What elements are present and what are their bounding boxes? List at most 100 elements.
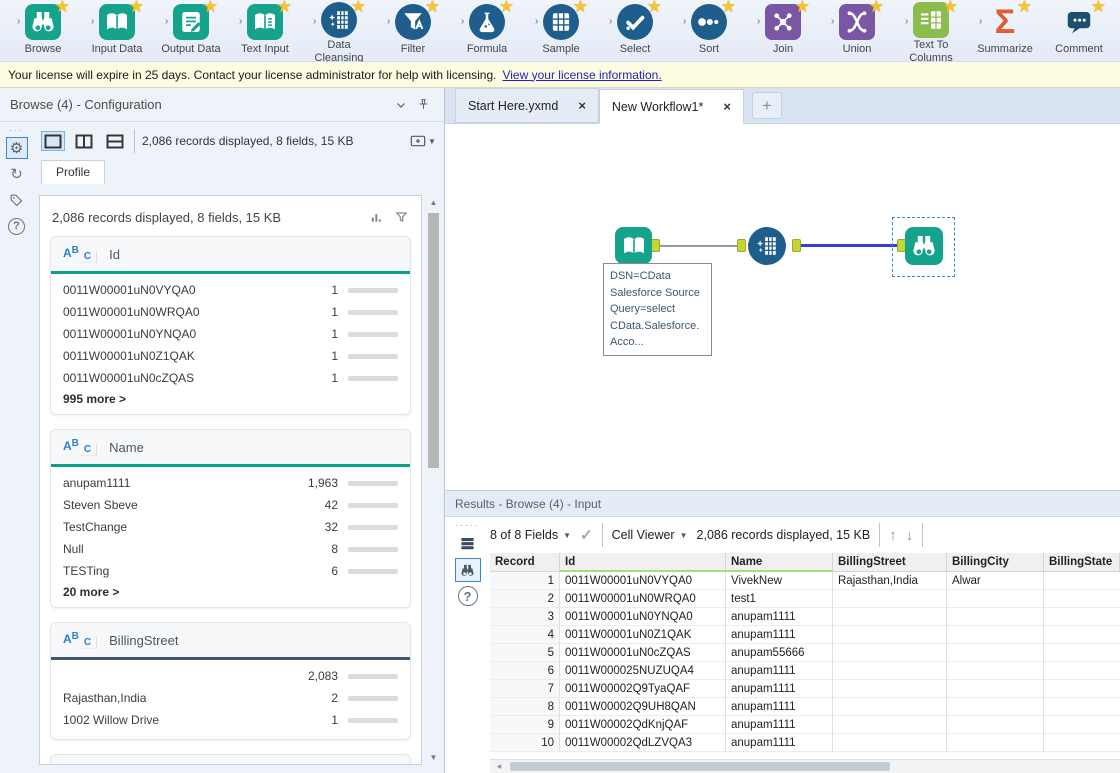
tool-join[interactable]: › ★ Join [746, 2, 820, 61]
help-tab[interactable]: ? [6, 215, 28, 237]
close-icon[interactable]: × [723, 99, 731, 114]
pin-icon[interactable] [412, 94, 434, 116]
close-icon[interactable]: × [578, 98, 586, 113]
table-row[interactable]: 100011W00002QdLZVQA3anupam1111 [490, 734, 1120, 752]
data-view-button[interactable] [455, 558, 481, 582]
data-cleansing-icon [748, 227, 786, 265]
tool-text-input[interactable]: › ★ Text Input [228, 2, 302, 61]
open-new-window-button[interactable]: ▼ [410, 131, 436, 151]
scroll-left-icon[interactable]: ◂ [492, 760, 506, 773]
help-button[interactable]: ? [458, 586, 478, 606]
tool-comment[interactable]: ★ Comment [1042, 2, 1116, 61]
tool-data-cleansing[interactable]: › ★ Data Cleansing [302, 2, 376, 61]
value-bar [348, 332, 398, 337]
table-row[interactable]: 10011W00001uN0VYQA0VivekNewRajasthan,Ind… [490, 572, 1120, 590]
filter-funnel-icon[interactable] [394, 210, 409, 224]
more-values-link[interactable]: 20 more > [51, 582, 410, 607]
scroll-up-icon[interactable]: ▲ [426, 195, 441, 210]
profile-summary-text: 2,086 records displayed, 8 fields, 15 KB [52, 210, 281, 225]
configuration-gear-tab[interactable]: ⚙ [6, 137, 28, 159]
tool-annotation[interactable]: DSN=CData Salesforce Source Query=select… [603, 263, 712, 356]
drag-handle-dots[interactable]: ····· [455, 520, 480, 530]
table-row[interactable]: 90011W00002QdKnjQAFanupam1111 [490, 716, 1120, 734]
scrollbar-thumb[interactable] [510, 762, 890, 771]
field-card-header[interactable]: ABC Name [51, 430, 410, 464]
tab-new-workflow1[interactable]: New Workflow1* × [599, 89, 744, 124]
column-header-name[interactable]: Name [726, 553, 833, 572]
tool-browse[interactable]: › ★ Browse [6, 2, 80, 61]
tool-label: Sort [699, 43, 719, 56]
arrow-down-icon[interactable]: ↓ [906, 527, 914, 544]
tool-input-data[interactable]: › ★ Input Data [80, 2, 154, 61]
add-tab-button[interactable]: + [752, 92, 782, 119]
browse-view-toolbar: 2,086 records displayed, 8 fields, 15 KB… [33, 122, 444, 160]
favorite-star-icon: ★ [1017, 0, 1032, 15]
cell-viewer-dropdown[interactable]: Cell Viewer▼ [612, 528, 688, 542]
tab-start-here[interactable]: Start Here.yxmd × [455, 88, 599, 123]
tool-formula[interactable]: › ★ Formula [450, 2, 524, 61]
profile-content: 2,086 records displayed, 8 fields, 15 KB… [39, 195, 422, 765]
workflow-canvas[interactable]: DSN=CData Salesforce Source Query=select… [445, 124, 1120, 490]
column-header-billingstate[interactable]: BillingState [1044, 553, 1120, 572]
fields-dropdown[interactable]: 8 of 8 Fields▼ [490, 528, 571, 542]
table-row[interactable]: 20011W00001uN0WRQA0test1 [490, 590, 1120, 608]
table-row[interactable]: 80011W00002Q9UH8QANanupam1111 [490, 698, 1120, 716]
table-row[interactable]: 40011W00001uN0Z1QAKanupam1111 [490, 626, 1120, 644]
arrow-up-icon[interactable]: ↑ [889, 527, 897, 544]
tool-output-data[interactable]: › ★ Output Data [154, 2, 228, 61]
canvas-data-cleansing-tool[interactable] [748, 227, 786, 265]
table-row[interactable]: 70011W00002Q9TyaQAFanupam1111 [490, 680, 1120, 698]
single-pane-button[interactable] [41, 131, 65, 151]
scroll-down-icon[interactable]: ▼ [426, 750, 441, 765]
tool-select[interactable]: › ★ Select [598, 2, 672, 61]
tool-summarize[interactable]: › Σ ★ Summarize [968, 2, 1042, 61]
split-vertical-button[interactable] [72, 131, 96, 151]
profile-tab[interactable]: Profile [41, 160, 105, 184]
drag-handle-dots[interactable]: ··· [9, 125, 24, 135]
value-bar [348, 674, 398, 679]
toolbar-separator [879, 523, 880, 547]
tool-sort[interactable]: › ★ Sort [672, 2, 746, 61]
check-icon[interactable]: ✓ [580, 526, 593, 544]
annotation-line: CData.Salesforce. [610, 318, 705, 335]
profile-vertical-scrollbar[interactable]: ▲ ▼ [426, 195, 441, 765]
table-row[interactable]: 30011W00001uN0YNQA0anupam1111 [490, 608, 1120, 626]
field-card-header[interactable]: ABC BillingCity [51, 755, 410, 765]
favorite-star-icon: ★ [869, 0, 884, 15]
table-row[interactable]: 60011W000025NUZUQA4anupam1111 [490, 662, 1120, 680]
field-card-header[interactable]: ABC Id [51, 237, 410, 271]
bar-chart-icon[interactable] [369, 210, 384, 224]
table-row[interactable]: 50011W00001uN0cZQASanupam55666 [490, 644, 1120, 662]
tool-union[interactable]: › ★ Union [820, 2, 894, 61]
value-bar [348, 696, 398, 701]
column-header-billingstreet[interactable]: BillingStreet [833, 553, 947, 572]
tool-sample[interactable]: › ★ Sample [524, 2, 598, 61]
column-header-record[interactable]: Record [490, 553, 560, 572]
alteryx-designer-window: › ★ Browse › ★ Input Data › ★ Output Dat… [0, 0, 1120, 773]
scrollbar-thumb[interactable] [428, 213, 439, 468]
license-info-link[interactable]: View your license information. [502, 68, 661, 82]
results-horizontal-scrollbar[interactable]: ◂ [490, 759, 1120, 773]
metadata-view-button[interactable] [457, 532, 479, 554]
value-bar [348, 569, 398, 574]
tool-text-to-columns[interactable]: › ★ Text To Columns [894, 2, 968, 61]
tool-label: Filter [401, 43, 425, 56]
profile-row: 0011W00001uN0WRQA01 [51, 301, 410, 323]
favorite-star-icon: ★ [499, 0, 514, 15]
input-data-icon [615, 227, 652, 264]
column-header-billingcity[interactable]: BillingCity [947, 553, 1044, 572]
split-horizontal-button[interactable] [103, 131, 127, 151]
run-options-tab[interactable]: ↻ [6, 163, 28, 185]
field-card-header[interactable]: ABC BillingStreet [51, 623, 410, 657]
canvas-browse-tool[interactable] [905, 227, 943, 265]
toolbar-separator [134, 129, 135, 153]
results-table: Record Id Name BillingStreet BillingCity… [490, 553, 1120, 759]
column-header-id[interactable]: Id [560, 553, 726, 572]
tool-label: Join [773, 43, 793, 56]
canvas-input-data-tool[interactable] [615, 227, 652, 264]
more-values-link[interactable]: 995 more > [51, 389, 410, 414]
tool-filter[interactable]: › ★ Filter [376, 2, 450, 61]
tool-label: Union [843, 43, 872, 56]
collapse-chevron-icon[interactable] [390, 94, 412, 116]
annotation-tab[interactable] [6, 189, 28, 211]
